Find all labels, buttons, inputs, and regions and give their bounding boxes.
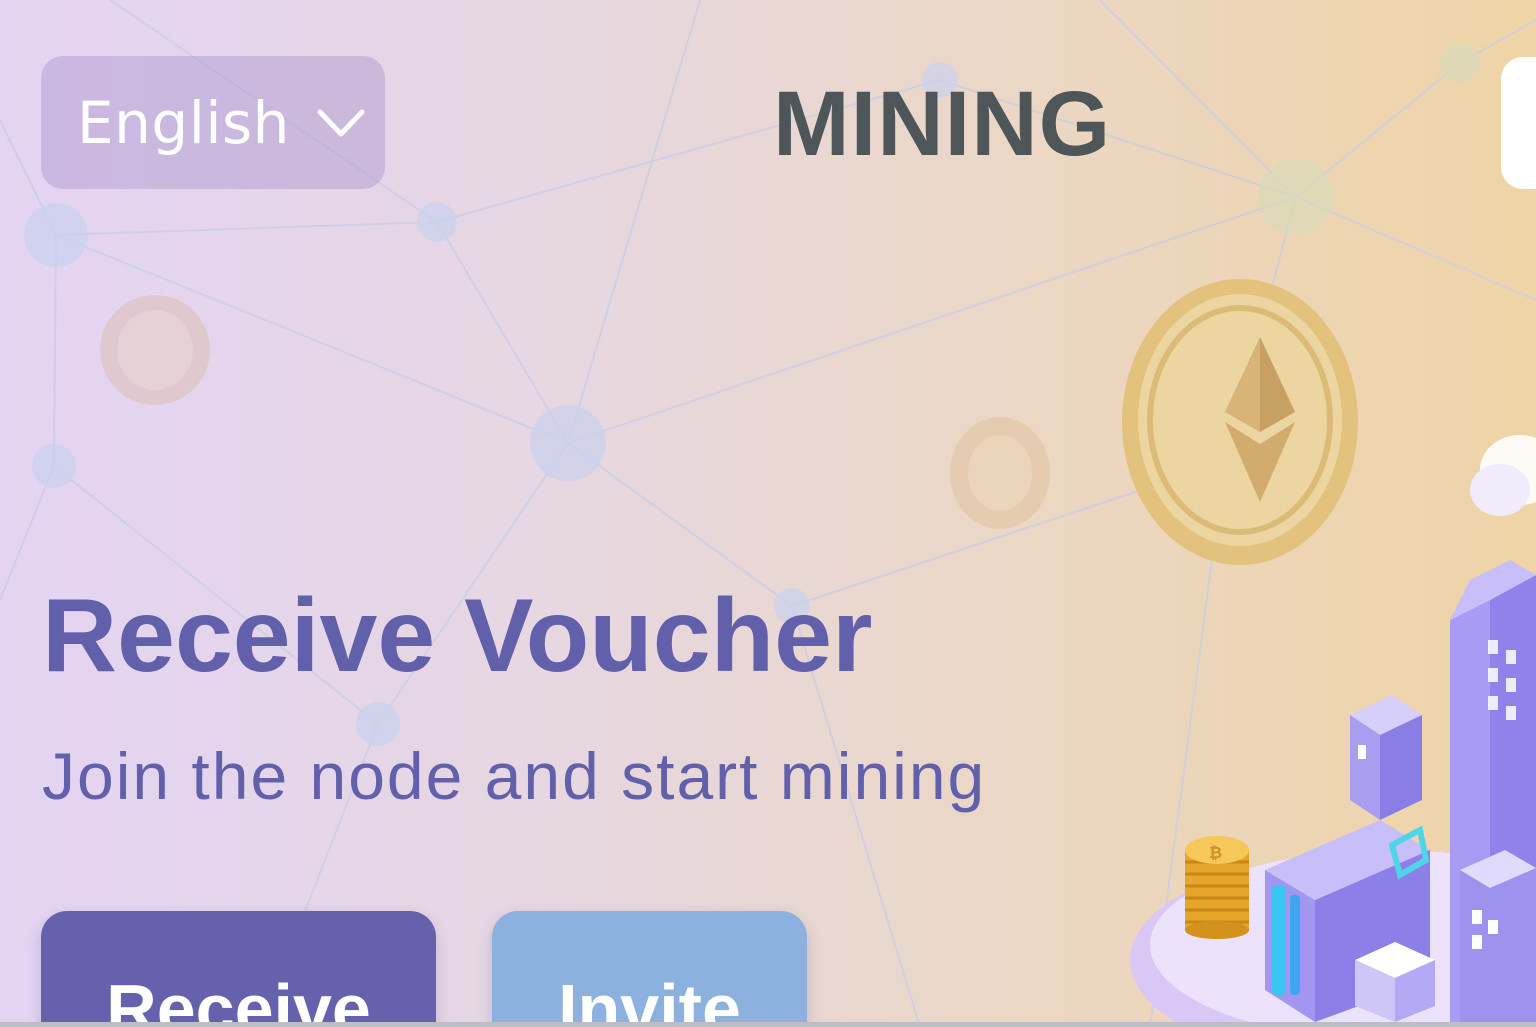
hero-subtitle: Join the node and start mining	[42, 739, 987, 813]
svg-text:₿: ₿	[1209, 843, 1222, 862]
blurred-coin-left	[100, 295, 210, 405]
chevron-down-icon	[317, 109, 365, 136]
coin-stack: ₿	[1185, 836, 1249, 939]
invite-button[interactable]: Invite	[492, 911, 807, 1027]
language-selector[interactable]: English	[41, 56, 385, 189]
page-title: MINING	[773, 73, 1112, 175]
blurred-coin-middle	[950, 417, 1050, 529]
city-illustration: ₿	[1130, 435, 1536, 1022]
mining-page: ₿ English MINING Receive Voucher Join th…	[0, 0, 1536, 1027]
receive-button[interactable]: Receive	[41, 911, 436, 1027]
language-label: English	[77, 88, 290, 157]
hero-headline: Receive Voucher	[42, 578, 873, 694]
header-action-card[interactable]	[1501, 57, 1536, 189]
bottom-divider	[0, 1022, 1536, 1027]
